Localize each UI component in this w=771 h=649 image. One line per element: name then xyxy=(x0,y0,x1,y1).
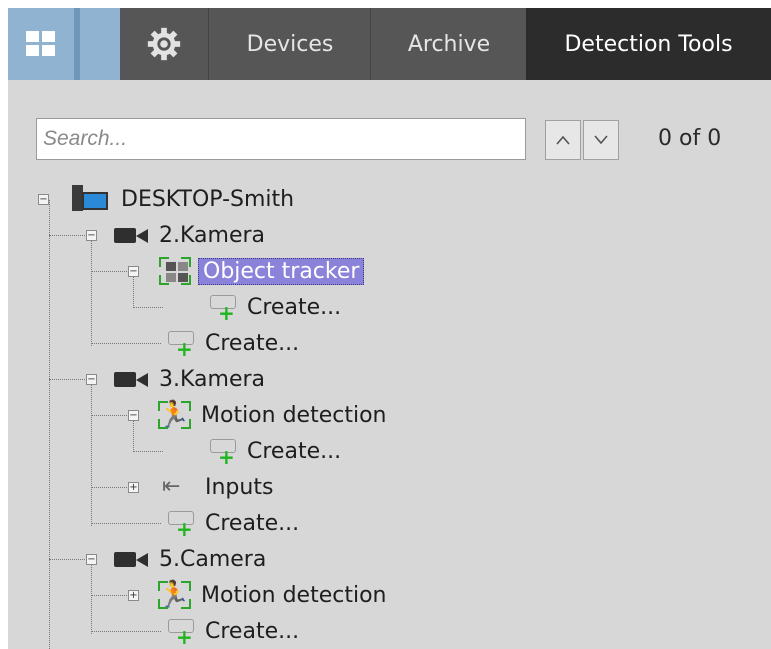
create-label: Create... xyxy=(205,618,300,644)
collapse-toggle[interactable]: − xyxy=(38,194,49,205)
object-tracker-label: Object tracker xyxy=(198,257,365,285)
tree-connector xyxy=(133,307,163,308)
server-name: DESKTOP-Smith xyxy=(121,186,295,212)
tree-node-camera[interactable]: 5.Camera xyxy=(114,542,269,576)
create-plus-icon: + xyxy=(166,509,196,539)
camera-name: 3.Kamera xyxy=(159,366,266,392)
tree-node-server[interactable]: DESKTOP-Smith xyxy=(72,182,297,216)
collapse-toggle[interactable]: − xyxy=(86,230,97,241)
chevron-up-icon xyxy=(556,135,570,145)
tree-connector xyxy=(133,451,163,452)
tree-node-camera[interactable]: 2.Kamera xyxy=(114,218,268,252)
top-navigation-bar: Devices Archive Detection Tools xyxy=(8,8,771,80)
tab-archive[interactable]: Archive xyxy=(370,8,527,80)
tree-connector xyxy=(49,200,50,649)
app-frame: Devices Archive Detection Tools 0 of 0 − xyxy=(0,0,771,649)
motion-detection-icon: 🏃 xyxy=(157,400,191,430)
settings-tab[interactable] xyxy=(120,8,208,80)
tree-connector xyxy=(91,631,161,632)
tree-connector xyxy=(49,379,85,380)
tree-connector xyxy=(91,487,127,488)
tree-node-inputs[interactable]: ⇤ Inputs xyxy=(162,470,276,504)
camera-name: 2.Kamera xyxy=(159,222,266,248)
tree-connector xyxy=(91,343,161,344)
search-previous-button[interactable] xyxy=(545,120,581,160)
tree-connector xyxy=(91,238,92,346)
layouts-grid-icon xyxy=(26,31,56,57)
layouts-button-extension xyxy=(80,8,120,80)
search-result-counter: 0 of 0 xyxy=(658,126,722,151)
collapse-toggle[interactable]: − xyxy=(128,266,139,277)
tree-connector xyxy=(91,562,92,634)
collapse-toggle[interactable]: − xyxy=(86,554,97,565)
tree-node-create[interactable]: + Create... xyxy=(166,326,302,360)
tree-node-motion-detection[interactable]: 🏃 Motion detection xyxy=(156,578,389,612)
object-tracker-icon xyxy=(156,256,192,286)
tree-connector xyxy=(133,272,134,308)
tree-connector xyxy=(49,559,85,560)
tree-connector xyxy=(91,523,161,524)
tree-connector xyxy=(49,235,85,236)
gear-icon xyxy=(147,27,181,61)
camera-icon xyxy=(114,369,150,389)
layouts-button[interactable] xyxy=(8,8,80,80)
create-label: Create... xyxy=(205,510,300,536)
chevron-down-icon xyxy=(594,135,608,145)
expand-toggle[interactable]: + xyxy=(128,482,139,493)
tree-node-create[interactable]: + Create... xyxy=(166,614,302,648)
create-plus-icon: + xyxy=(166,617,196,647)
tree-node-create[interactable]: + Create... xyxy=(208,290,344,324)
create-label: Create... xyxy=(247,294,342,320)
computer-icon xyxy=(72,183,112,215)
search-next-button[interactable] xyxy=(583,120,619,160)
detection-tools-panel: Devices Archive Detection Tools 0 of 0 − xyxy=(8,8,771,649)
camera-icon xyxy=(114,549,150,569)
tree-node-create[interactable]: + Create... xyxy=(166,506,302,540)
motion-detection-icon: 🏃 xyxy=(157,580,191,610)
camera-icon xyxy=(114,225,150,245)
tree-connector xyxy=(91,382,92,526)
device-tree: − − − − − + − + DESKTOP-Smith 2.Kamera O… xyxy=(8,168,771,649)
expand-toggle[interactable]: + xyxy=(128,590,139,601)
motion-detection-label: Motion detection xyxy=(201,582,387,608)
tree-connector xyxy=(91,271,127,272)
tab-devices[interactable]: Devices xyxy=(208,8,371,80)
tree-node-motion-detection[interactable]: 🏃 Motion detection xyxy=(156,398,389,432)
tree-connector xyxy=(91,595,127,596)
camera-name: 5.Camera xyxy=(159,546,267,572)
collapse-toggle[interactable]: − xyxy=(128,410,139,421)
create-label: Create... xyxy=(205,330,300,356)
tree-connector xyxy=(91,415,127,416)
create-label: Create... xyxy=(247,438,342,464)
tree-node-object-tracker[interactable]: Object tracker xyxy=(156,254,365,288)
tree-node-camera[interactable]: 3.Kamera xyxy=(114,362,268,396)
create-plus-icon: + xyxy=(208,293,238,323)
inputs-label: Inputs xyxy=(205,474,274,500)
collapse-toggle[interactable]: − xyxy=(86,374,97,385)
search-input[interactable] xyxy=(36,118,526,160)
create-plus-icon: + xyxy=(166,329,196,359)
tree-node-create[interactable]: + Create... xyxy=(208,434,344,468)
create-plus-icon: + xyxy=(208,437,238,467)
motion-detection-label: Motion detection xyxy=(201,402,387,428)
tree-connector xyxy=(133,416,134,452)
tab-detection-tools[interactable]: Detection Tools xyxy=(526,8,771,80)
inputs-icon: ⇤ xyxy=(162,474,181,499)
